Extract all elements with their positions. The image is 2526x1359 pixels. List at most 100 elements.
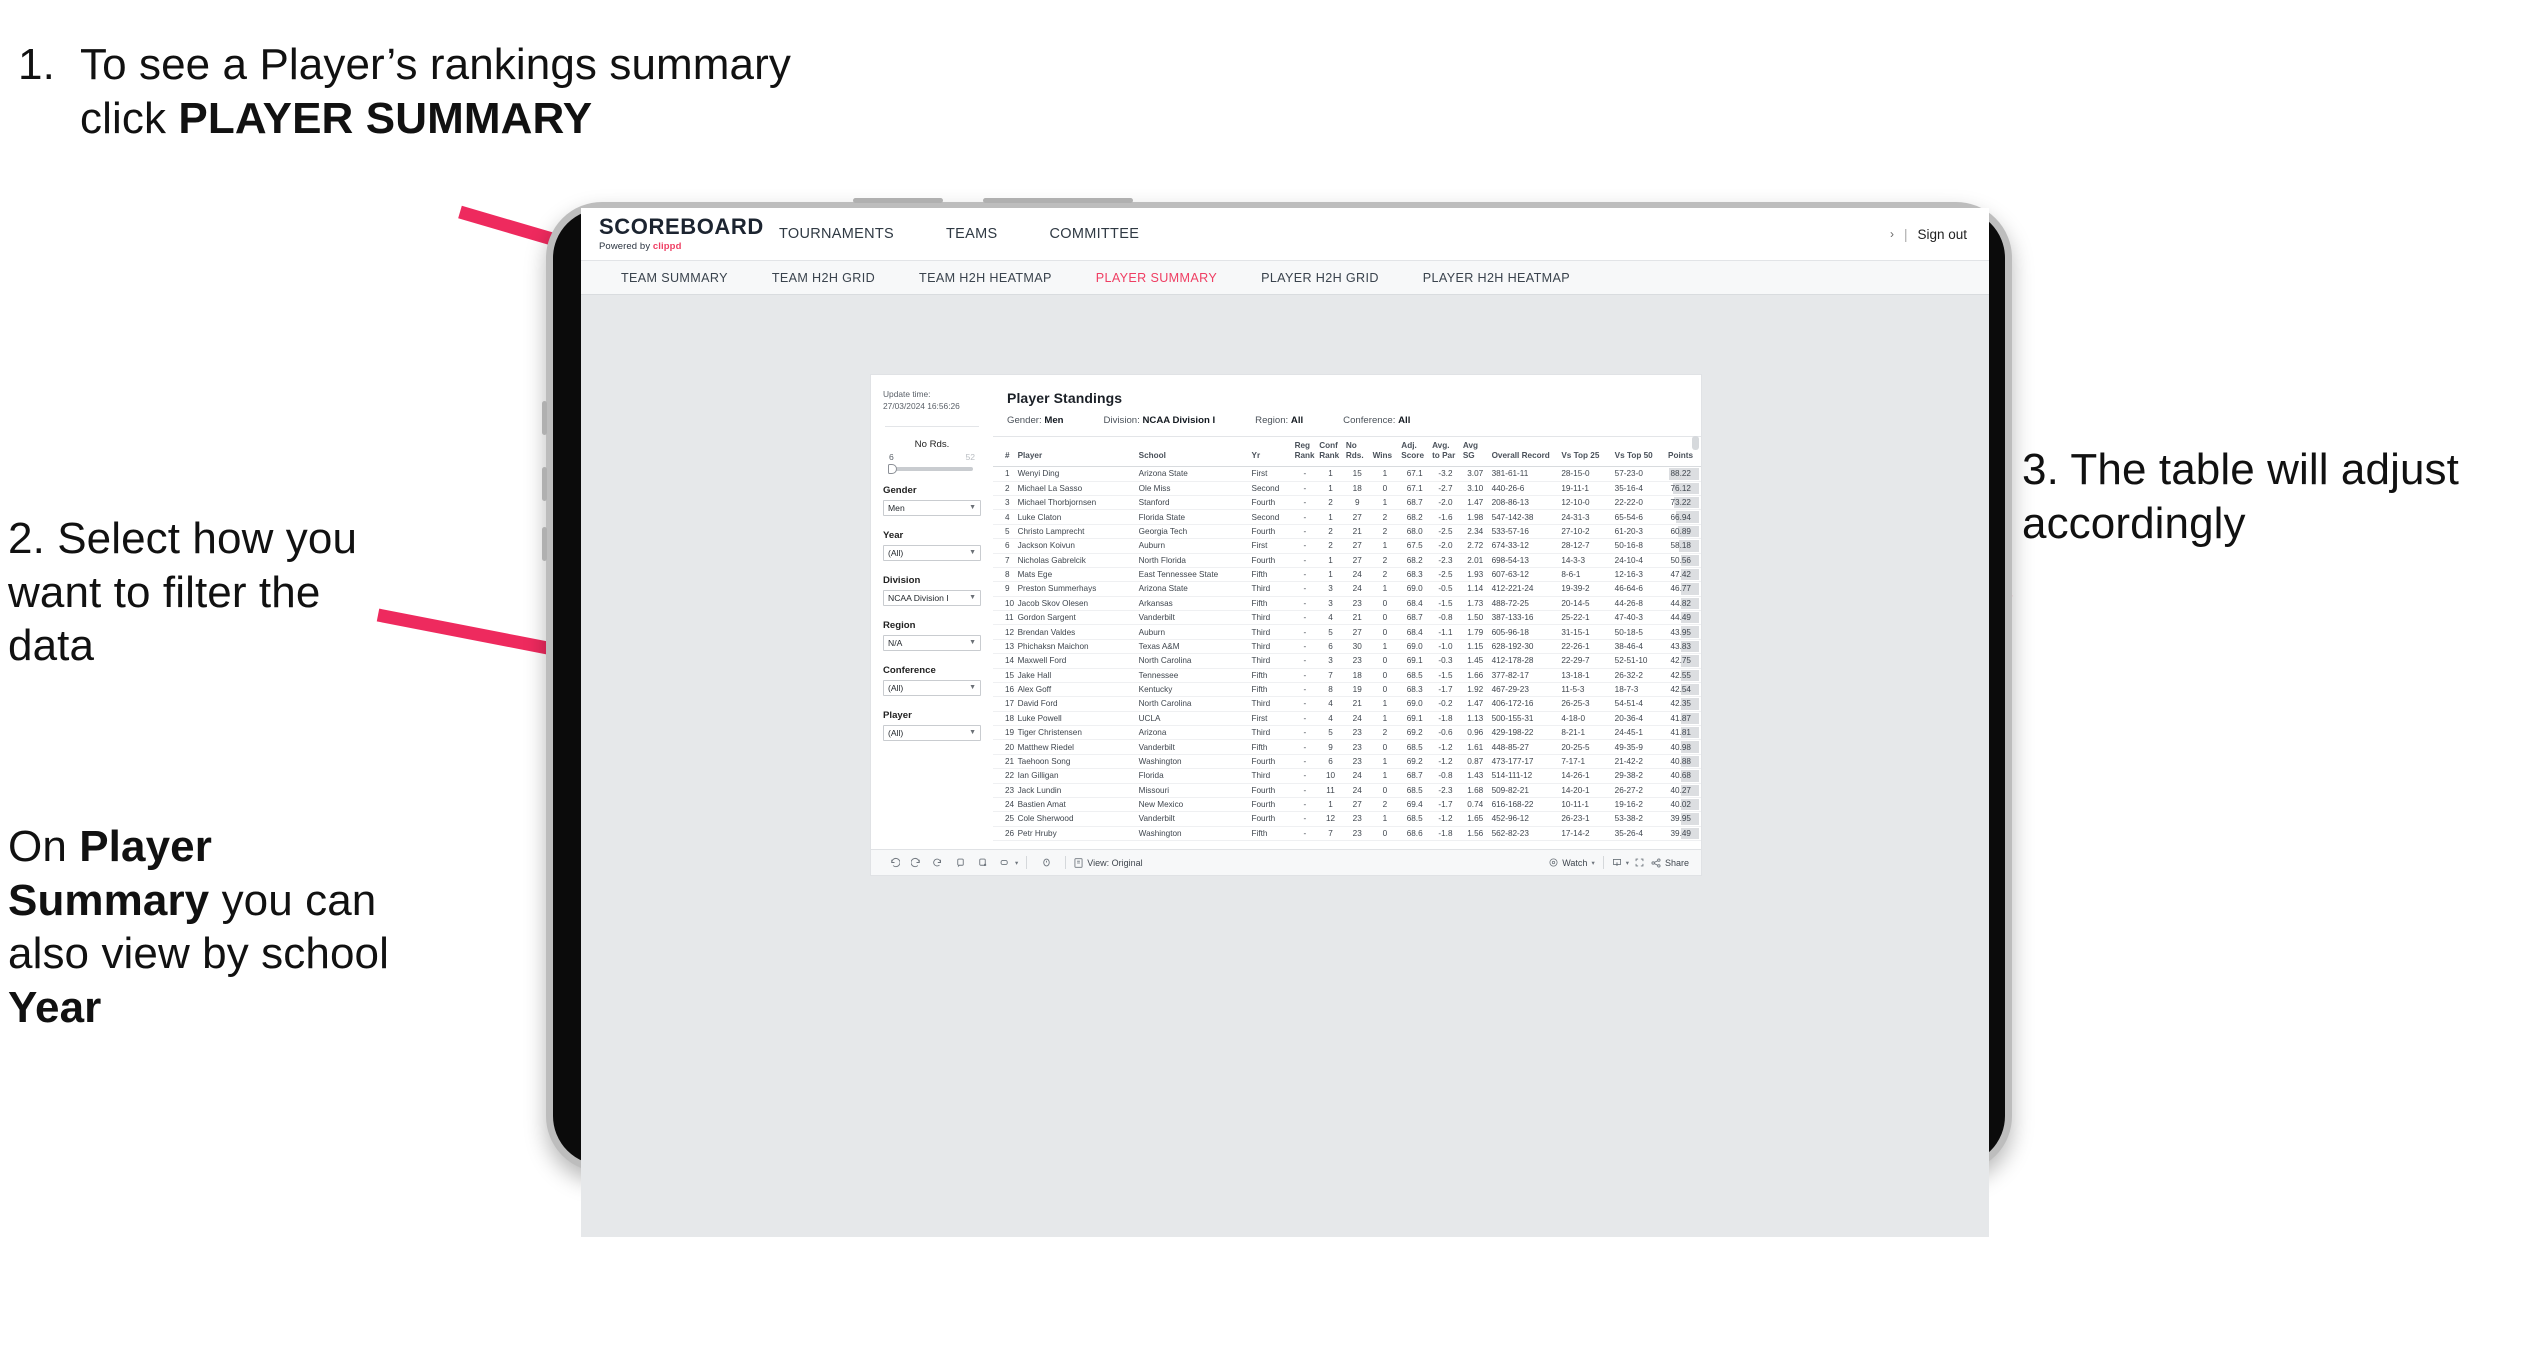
- cell-no-rds: 23: [1343, 739, 1371, 755]
- clock-icon[interactable]: [1035, 852, 1057, 874]
- table-row[interactable]: 12 Brendan Valdes Auburn Third -5 27 0 68.4 -1.1…: [993, 624, 1701, 640]
- cell-vs-top-50: 49-35-9: [1612, 739, 1667, 755]
- table-row[interactable]: 1 Wenyi Ding Arizona State First -1 15 1 67.1 -3…: [993, 466, 1701, 482]
- tab-team-h2h-heatmap[interactable]: TEAM H2H HEATMAP: [897, 271, 1074, 285]
- table-row[interactable]: 17 David Ford North Carolina Third -4 21 1 69.0…: [993, 696, 1701, 712]
- cell-avg-sg: 1.50: [1460, 610, 1490, 626]
- cell-adj-score: 67.1: [1399, 481, 1431, 497]
- table-row[interactable]: 13 Phichaksn Maichon Texas A&M Third -6 30 1 69…: [993, 639, 1701, 655]
- cell-conf-rank: 5: [1317, 725, 1344, 741]
- col-vs-top-50[interactable]: Vs Top 50: [1612, 435, 1667, 468]
- top-nav-teams[interactable]: TEAMS: [920, 208, 1023, 260]
- filter-region-select[interactable]: N/A ▼: [883, 634, 981, 651]
- col-overall-record[interactable]: Overall Record: [1489, 435, 1560, 468]
- cell-conf-rank: 1: [1317, 553, 1344, 568]
- cell-yr: First: [1249, 538, 1293, 554]
- highlight-icon[interactable]: [993, 852, 1015, 874]
- table-row[interactable]: 15 Jake Hall Tennessee Fifth -7 18 0 68.5 -1.5 1.…: [993, 668, 1701, 683]
- top-nav-committee[interactable]: COMMITTEE: [1023, 208, 1165, 260]
- view-original-button[interactable]: View: Original: [1074, 858, 1143, 868]
- col-player[interactable]: Player: [1015, 435, 1137, 468]
- cell-reg-rank: -: [1292, 624, 1318, 640]
- col-rank[interactable]: #: [993, 435, 1016, 468]
- annotation-step-1-bold: PLAYER SUMMARY: [178, 93, 593, 143]
- no-rounds-slider-track[interactable]: [888, 463, 973, 474]
- fullscreen-icon[interactable]: [1629, 852, 1651, 874]
- top-nav-tournaments[interactable]: TOURNAMENTS: [753, 208, 920, 260]
- cell-vs-top-50: 50-16-8: [1612, 538, 1667, 554]
- tab-team-h2h-grid[interactable]: TEAM H2H GRID: [750, 271, 897, 285]
- table-row[interactable]: 26 Petr Hruby Washington Fifth -7 23 0 68.6 -1.8…: [993, 826, 1701, 842]
- col-no-rds[interactable]: No Rds.: [1343, 435, 1371, 468]
- dashboard-sheet: Update time: 27/03/2024 16:56:26 No Rds.…: [871, 375, 1701, 875]
- table-row[interactable]: 10 Jacob Skov Olesen Arkansas Fifth -3 23 0 68.…: [993, 596, 1701, 612]
- filter-conference-select[interactable]: (All) ▼: [883, 679, 981, 696]
- cell-rank: 23: [993, 783, 1016, 798]
- col-adj-score[interactable]: Adj. Score: [1399, 435, 1431, 468]
- table-row[interactable]: 2 Michael La Sasso Ole Miss Second -1 18 0 67.1…: [993, 481, 1701, 497]
- table-header: # Player School Yr Reg Rank Conf Rank No…: [993, 435, 1701, 468]
- cell-conf-rank: 2: [1317, 495, 1344, 511]
- filter-gender-select[interactable]: Men ▼: [883, 499, 981, 516]
- cell-points: 42.75: [1666, 653, 1701, 669]
- table-row[interactable]: 3 Michael Thorbjornsen Stanford Fourth -2 9 1 6…: [993, 495, 1701, 511]
- filter-year-select[interactable]: (All) ▼: [883, 544, 981, 561]
- tab-player-summary[interactable]: PLAYER SUMMARY: [1074, 271, 1239, 285]
- table-row[interactable]: 21 Taehoon Song Washington Fourth -6 23 1 69.2-…: [993, 754, 1701, 770]
- table-row[interactable]: 24 Bastien Amat New Mexico Fourth -1 27 2 69.4-…: [993, 797, 1701, 813]
- tab-team-summary[interactable]: TEAM SUMMARY: [599, 271, 750, 285]
- col-vs-top-25[interactable]: Vs Top 25: [1559, 435, 1613, 468]
- filter-region-label: Region: [883, 619, 916, 631]
- cell-adj-score: 68.4: [1399, 596, 1431, 612]
- table-row[interactable]: 5 Christo Lamprecht Georgia Tech Fourth -2 21…: [993, 524, 1701, 540]
- cell-school: North Florida: [1136, 553, 1250, 568]
- table-row[interactable]: 16 Alex Goff Kentucky Fifth -8 19 0 68.3 -1.7 1.9…: [993, 682, 1701, 698]
- tab-player-h2h-grid[interactable]: PLAYER H2H GRID: [1239, 271, 1401, 285]
- col-wins[interactable]: Wins: [1370, 435, 1400, 468]
- cell-points: 47.42: [1666, 567, 1701, 583]
- col-avg-to-par[interactable]: Avg. to Par: [1430, 435, 1461, 468]
- cell-avg-to-par: -2.5: [1430, 524, 1461, 540]
- cell-vs-top-25: 13-18-1: [1559, 668, 1613, 683]
- filter-division-select[interactable]: NCAA Division I ▼: [883, 589, 981, 606]
- col-school[interactable]: School: [1136, 435, 1250, 468]
- table-row[interactable]: 9 Preston Summerhays Arizona State Third -3 2…: [993, 581, 1701, 597]
- table-row[interactable]: 11 Gordon Sargent Vanderbilt Third -4 21 0 68.7…: [993, 610, 1701, 626]
- table-row[interactable]: 6 Jackson Koivun Auburn First -2 27 1 67.5 -2.0 2…: [993, 538, 1701, 554]
- table-vertical-scrollbar[interactable]: [1692, 436, 1699, 450]
- tab-player-h2h-heatmap[interactable]: PLAYER H2H HEATMAP: [1401, 271, 1592, 285]
- table-row[interactable]: 20 Matthew Riedel Vanderbilt Fifth -9 23 0 68.5…: [993, 739, 1701, 755]
- table-row[interactable]: 25 Cole Sherwood Vanderbilt Fourth -12 23 1 68.…: [993, 811, 1701, 827]
- table-row[interactable]: 22 Ian Gilligan Florida Third -10 24 1 68.7 -0.8…: [993, 768, 1701, 784]
- cell-avg-to-par: -1.8: [1430, 826, 1461, 842]
- cell-points: 58.18: [1666, 538, 1701, 554]
- table-row[interactable]: 7 Nicholas Gabrelcik North Florida Fourth -1…: [993, 553, 1701, 568]
- col-conf-rank[interactable]: Conf Rank: [1317, 435, 1344, 468]
- share-button[interactable]: Share: [1651, 858, 1689, 868]
- table-row[interactable]: 4 Luke Claton Florida State Second -1 27 2 68.2…: [993, 509, 1701, 525]
- sign-out-link[interactable]: Sign out: [1917, 227, 1967, 242]
- undo-icon[interactable]: [883, 852, 905, 874]
- chevron-down-icon[interactable]: ▾: [1015, 859, 1018, 867]
- points-value: 40.02: [1670, 800, 1692, 810]
- no-rounds-slider-handle[interactable]: [888, 463, 897, 474]
- refresh-icon[interactable]: [949, 852, 971, 874]
- download-button[interactable]: ▾: [1612, 858, 1629, 868]
- cell-player: Christo Lamprecht: [1015, 524, 1137, 540]
- table-row[interactable]: 8 Mats Ege East Tennessee State Fifth -1 24 2 6…: [993, 567, 1701, 583]
- redo-icon[interactable]: [905, 852, 927, 874]
- col-yr[interactable]: Yr: [1249, 435, 1293, 468]
- table-row[interactable]: 14 Maxwell Ford North Carolina Third -3 23 0 69…: [993, 653, 1701, 669]
- revert-icon[interactable]: [927, 852, 949, 874]
- col-reg-rank[interactable]: Reg Rank: [1292, 435, 1318, 468]
- table-row[interactable]: 19 Tiger Christensen Arizona Third -5 23 2 69.2…: [993, 725, 1701, 741]
- filter-player-select[interactable]: (All) ▼: [883, 724, 981, 741]
- col-avg-sg[interactable]: Avg SG: [1460, 435, 1490, 468]
- cell-rank: 9: [993, 581, 1016, 597]
- device-side-button-2: [542, 467, 547, 501]
- device-top-button-1: [853, 198, 943, 203]
- table-row[interactable]: 18 Luke Powell UCLA First -4 24 1 69.1 -1.8 1.13 5…: [993, 711, 1701, 727]
- watch-button[interactable]: Watch ▾: [1549, 858, 1595, 868]
- table-row[interactable]: 23 Jack Lundin Missouri Fourth -11 24 0 68.5 -2.…: [993, 783, 1701, 798]
- pause-icon[interactable]: [971, 852, 993, 874]
